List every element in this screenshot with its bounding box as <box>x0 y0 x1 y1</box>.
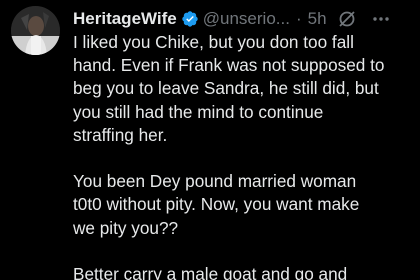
tweet-line: straffing her. <box>73 124 168 145</box>
timestamp[interactable]: 5h <box>308 9 327 29</box>
tweet-text: I liked you Chike, but you don too fall … <box>73 31 413 280</box>
tweet-line: we pity you?? <box>73 217 179 238</box>
verified-badge-icon <box>181 10 199 28</box>
avatar-photo <box>11 6 60 55</box>
tweet-line: You been Dey pound married woman <box>73 171 357 192</box>
more-options-icon[interactable] <box>371 9 391 29</box>
tweet-line: hand. Even if Frank was not supposed to <box>73 55 385 76</box>
separator-dot: · <box>295 9 302 28</box>
tweet-line: I liked you Chike, but you don too fall <box>73 32 354 52</box>
author-display-name[interactable]: HeritageWife <box>73 9 177 29</box>
author-handle[interactable]: @unserio... <box>203 9 290 29</box>
author-avatar[interactable] <box>11 6 60 55</box>
tweet-line: t0t0 without pity. Now, you want make <box>73 194 360 215</box>
tweet-header: HeritageWife @unserio... · 5h <box>73 6 420 32</box>
grok-icon[interactable] <box>337 9 357 29</box>
tweet[interactable]: HeritageWife @unserio... · 5h I liked yo… <box>0 0 420 280</box>
tweet-line: Better carry a male goat and go and <box>73 263 348 280</box>
tweet-line: you still had the mind to continue <box>73 101 324 122</box>
tweet-line: beg you to leave Sandra, he still did, b… <box>73 78 379 99</box>
